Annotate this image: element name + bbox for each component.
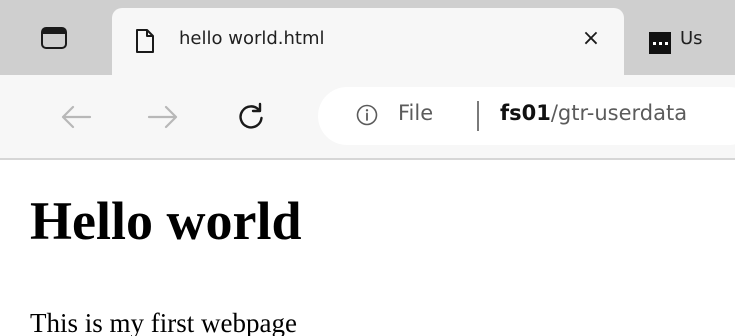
tab-title-inactive: Us (680, 28, 703, 49)
close-tab-icon[interactable]: × (578, 26, 604, 52)
tab-strip: hello world.html × Us (0, 0, 735, 75)
address-host: fs01 (500, 101, 551, 125)
address-scheme-label: File (398, 101, 434, 125)
address-bar[interactable]: File fs01/gtr-userdata (318, 87, 735, 145)
back-button[interactable] (54, 95, 98, 139)
address-url[interactable]: fs01/gtr-userdata (500, 101, 687, 125)
tab-active[interactable]: hello world.html × (112, 8, 624, 75)
page-heading: Hello world (30, 191, 302, 251)
browser-toolbar: File fs01/gtr-userdata (0, 75, 735, 158)
reload-button[interactable] (229, 95, 273, 139)
page-paragraph: This is my first webpage (30, 308, 297, 336)
address-path: /gtr-userdata (550, 101, 688, 125)
reload-icon (239, 102, 263, 129)
browser-window: hello world.html × Us File fs01/gtr-user… (0, 0, 735, 336)
arrow-right-icon (147, 105, 178, 129)
tab-actions-icon (41, 26, 67, 49)
address-separator (477, 101, 479, 131)
arrow-left-icon (61, 105, 92, 129)
document-icon (136, 29, 154, 53)
tab-inactive[interactable]: Us (624, 8, 735, 75)
forward-button[interactable] (141, 95, 185, 139)
tab-title: hello world.html (179, 28, 325, 49)
page-content: Hello world This is my first webpage (0, 160, 735, 336)
info-icon[interactable] (356, 104, 378, 126)
tab-actions-button[interactable] (0, 0, 108, 75)
ellipsis-favicon-icon (649, 32, 671, 54)
